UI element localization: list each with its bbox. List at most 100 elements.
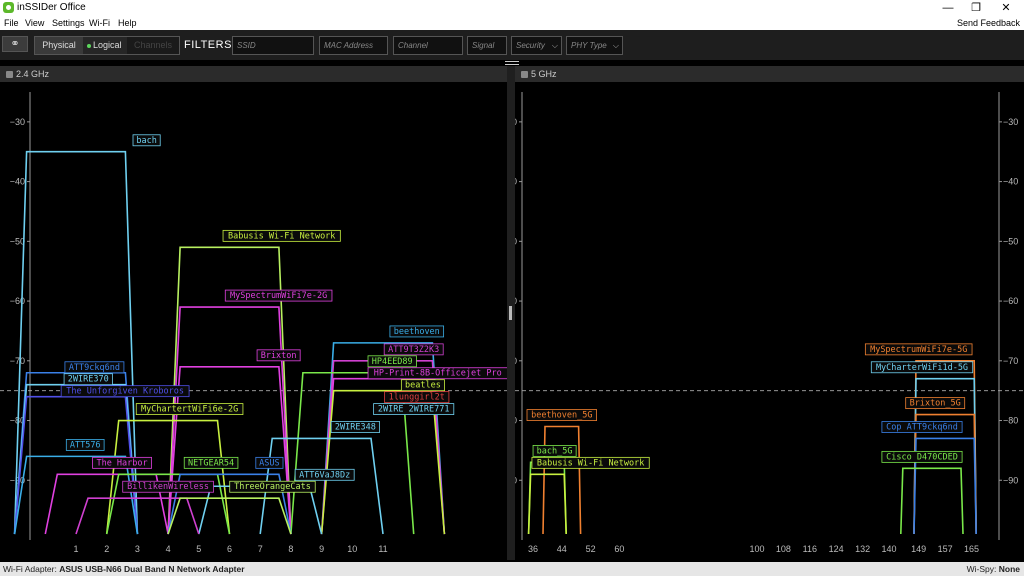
network-label: 2WIRE370 — [68, 375, 109, 385]
resize-grip-icon[interactable] — [505, 61, 519, 65]
y-tick-label: −90 — [515, 475, 517, 485]
network-label: 2WIRE 2WIRE771 — [378, 405, 450, 415]
network-label: beethoven — [394, 327, 440, 337]
ssid-filter-input[interactable]: SSID — [232, 36, 314, 55]
network-label: ATT576 — [70, 440, 101, 450]
chevron-down-icon: ⌵ — [612, 41, 619, 50]
y-tick-label: −50 — [515, 236, 517, 246]
network-label: beatles — [405, 381, 441, 391]
y-tick-label: −50 — [10, 236, 25, 246]
maximize-button[interactable]: ❐ — [962, 0, 990, 16]
panel-24ghz-header: 2.4 GHz — [0, 66, 507, 82]
logical-tab[interactable]: Logical — [83, 37, 127, 54]
menu-wifi[interactable]: Wi-Fi — [89, 17, 110, 29]
network-label: 2WIRE348 — [335, 423, 376, 433]
network-label: 1lunggirl2t — [389, 393, 445, 403]
send-feedback-link[interactable]: Send Feedback — [957, 17, 1020, 29]
channel-filter-placeholder: Channel — [398, 41, 428, 50]
view-mode-segment: Physical Logical Channels — [34, 36, 180, 55]
network-label: bach_5G — [537, 446, 573, 456]
x-tick-label: 4 — [166, 544, 171, 554]
adapter-label: Wi-Fi Adapter: — [3, 564, 57, 574]
menu-view[interactable]: View — [25, 17, 44, 29]
toolbar: ⚭ Physical Logical Channels FILTERS: SSI… — [0, 30, 1024, 60]
title-bar: inSSIDer Office — ❐ ✕ — [0, 0, 1024, 16]
security-filter-select[interactable]: Security ⌵ — [511, 36, 562, 55]
phy-type-filter-select[interactable]: PHY Type ⌵ — [566, 36, 623, 55]
x-tick-label: 116 — [803, 544, 817, 554]
wispy-status: Wi-Spy: None — [967, 562, 1020, 576]
x-tick-label: 7 — [258, 544, 263, 554]
menu-bar: File View Settings Wi-Fi Help Send Feedb… — [0, 16, 1024, 30]
app-logo-icon — [3, 2, 14, 13]
x-tick-label: 8 — [288, 544, 293, 554]
x-tick-label: 3 — [135, 544, 140, 554]
minimize-button[interactable]: — — [934, 0, 962, 16]
network-label: Babusis Wi-Fi Network — [228, 231, 335, 241]
network-label: ASUS — [259, 458, 279, 468]
network-label: MySpectrumWiFi7e-5G — [870, 345, 967, 355]
y-tick-label: −30 — [515, 117, 517, 127]
active-dot-icon — [87, 44, 91, 48]
network-signal-curve — [900, 467, 964, 535]
network-signal-curve — [542, 425, 582, 535]
status-bar: Wi-Fi Adapter: ASUS USB-N66 Dual Band N … — [0, 562, 1024, 576]
panel-5ghz-header: 5 GHz — [515, 66, 1024, 82]
x-tick-label: 9 — [319, 544, 324, 554]
ssid-filter-placeholder: SSID — [237, 41, 256, 50]
network-label: Brixton_5G — [910, 399, 961, 409]
y-tick-label: −30 — [10, 117, 25, 127]
mac-filter-input[interactable]: MAC Address — [319, 36, 388, 55]
x-tick-label: 10 — [347, 544, 357, 554]
y-tick-label: −90 — [1003, 475, 1018, 485]
physical-tab[interactable]: Physical — [35, 37, 83, 54]
x-tick-label: 157 — [938, 544, 953, 554]
adapter-status: Wi-Fi Adapter: ASUS USB-N66 Dual Band N … — [3, 562, 245, 576]
y-tick-label: −40 — [515, 177, 517, 187]
divider-grip-icon[interactable] — [509, 306, 512, 320]
x-tick-label: 11 — [378, 544, 387, 554]
network-label: HP4EED89 — [372, 357, 413, 367]
chevron-down-icon: ⌵ — [551, 41, 558, 50]
wispy-label: Wi-Spy: — [966, 564, 997, 574]
network-label: Babusis Wi-Fi Network — [537, 458, 644, 468]
mac-filter-placeholder: MAC Address — [324, 41, 374, 50]
y-tick-label: −70 — [1003, 356, 1018, 366]
panel-divider[interactable] — [507, 66, 515, 560]
adapter-name: ASUS USB-N66 Dual Band N Network Adapter — [59, 564, 245, 574]
network-label: The Harbor — [96, 458, 147, 468]
network-label: ThreeOrangeCats — [234, 482, 311, 492]
x-tick-label: 5 — [196, 544, 201, 554]
x-tick-label: 1 — [73, 544, 78, 554]
menu-help[interactable]: Help — [118, 17, 137, 29]
chart-5ghz[interactable]: −30 −40 −50 −60 −70 −80 −90 −30 −40 −50 −60 −70 −80 −… — [515, 82, 1024, 560]
network-label: ATT9ckq6nd — [69, 363, 120, 373]
network-signal-curve — [527, 461, 567, 535]
signal-filter-input[interactable]: Signal — [467, 36, 507, 55]
channels-tab[interactable]: Channels — [127, 37, 179, 54]
menu-settings[interactable]: Settings — [52, 17, 85, 29]
logical-label: Logical — [93, 40, 122, 50]
y-tick-label: −40 — [10, 177, 25, 187]
filters-label: FILTERS: — [184, 39, 236, 51]
network-label: MyChartertWiFi6e-2G — [141, 405, 238, 415]
menu-file[interactable]: File — [4, 17, 19, 29]
x-tick-label: 6 — [227, 544, 232, 554]
y-tick-label: −70 — [515, 356, 517, 366]
x-tick-label: 108 — [776, 544, 791, 554]
panel-5ghz-title: 5 GHz — [531, 69, 557, 79]
link-icon[interactable]: ⚭ — [2, 36, 28, 52]
close-button[interactable]: ✕ — [992, 0, 1020, 16]
chart-24ghz[interactable]: −30−40−50−60−70−80−90bachBabusis Wi-Fi N… — [0, 82, 507, 560]
network-label: bach — [136, 136, 156, 146]
network-label: NETGEAR54 — [188, 458, 234, 468]
window-title: inSSIDer Office — [17, 2, 86, 13]
network-label: ATT6VaJ8Dz — [299, 470, 350, 480]
network-label: Cop ATT9ckq6nd — [886, 423, 958, 433]
y-tick-label: −60 — [515, 296, 517, 306]
y-tick-label: −50 — [1003, 236, 1018, 246]
channel-filter-input[interactable]: Channel — [393, 36, 463, 55]
network-label: HP-Print-8B-Officejet Pro 8620 — [374, 369, 507, 379]
network-signal-curve — [913, 360, 977, 535]
insider-window: inSSIDer Office — ❐ ✕ File View Settings… — [0, 0, 1024, 576]
